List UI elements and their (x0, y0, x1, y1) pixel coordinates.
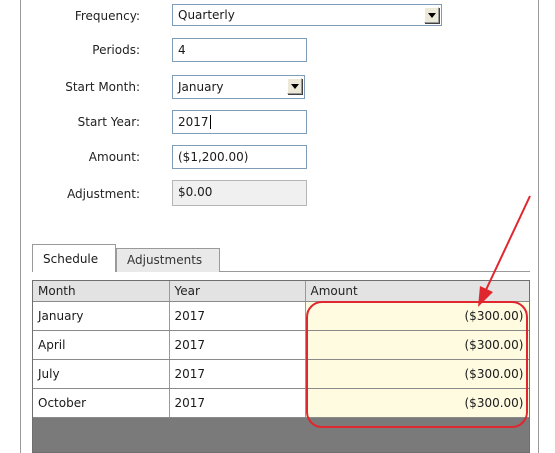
amount-row: Amount: ($1,200.00) (0, 145, 520, 171)
start-year-value: 2017 (178, 115, 209, 129)
cell-month[interactable]: January (33, 301, 170, 331)
adjustment-row: Adjustment: $0.00 (0, 180, 520, 206)
grid-header-row: Month Year Amount (33, 281, 529, 302)
tab-adjustments-label: Adjustments (127, 253, 203, 267)
column-header-amount[interactable]: Amount (305, 281, 529, 302)
cell-amount[interactable]: ($300.00) (305, 301, 529, 331)
frequency-label: Frequency: (74, 9, 140, 23)
tab-strip-line (220, 271, 530, 272)
table-row[interactable]: October 2017 ($300.00) (33, 388, 529, 418)
start-month-row: Start Month: January (0, 75, 520, 101)
adjustment-field: $0.00 (172, 180, 307, 206)
cell-month[interactable]: April (33, 330, 170, 360)
adjustment-value: $0.00 (178, 185, 213, 199)
cell-year[interactable]: 2017 (169, 359, 306, 389)
column-header-month[interactable]: Month (33, 281, 170, 302)
schedule-tabs: Schedule Adjustments (32, 244, 532, 272)
chevron-down-icon (291, 84, 299, 89)
frequency-row: Frequency: Quarterly (0, 4, 520, 30)
periods-label: Periods: (92, 43, 140, 57)
adjustment-label: Adjustment: (67, 187, 140, 201)
start-month-value: January (178, 80, 224, 94)
cell-year[interactable]: 2017 (169, 388, 306, 418)
periods-input[interactable]: 4 (172, 38, 307, 62)
frequency-dropdown-button[interactable] (424, 7, 439, 23)
cell-month[interactable]: July (33, 359, 170, 389)
start-year-row: Start Year: 2017 (0, 110, 520, 136)
amount-input[interactable]: ($1,200.00) (172, 145, 307, 169)
tab-schedule-label: Schedule (43, 252, 99, 266)
schedule-table: Month Year Amount January 2017 ($300.00)… (33, 281, 529, 418)
chevron-down-icon (428, 13, 436, 18)
cell-year[interactable]: 2017 (169, 330, 306, 360)
start-month-select[interactable]: January (172, 75, 305, 99)
table-row[interactable]: July 2017 ($300.00) (33, 359, 529, 389)
frequency-value: Quarterly (178, 8, 235, 22)
amount-label: Amount: (88, 150, 140, 164)
amount-value: ($1,200.00) (178, 150, 249, 164)
frequency-select[interactable]: Quarterly (172, 4, 442, 26)
cell-amount[interactable]: ($300.00) (305, 388, 529, 418)
text-cursor (209, 115, 211, 129)
start-month-dropdown-button[interactable] (287, 78, 302, 94)
table-row[interactable]: April 2017 ($300.00) (33, 330, 529, 360)
start-year-label: Start Year: (77, 115, 140, 129)
start-year-input[interactable]: 2017 (172, 110, 307, 134)
tab-schedule[interactable]: Schedule (32, 244, 116, 272)
table-row[interactable]: January 2017 ($300.00) (33, 301, 529, 331)
cell-amount[interactable]: ($300.00) (305, 330, 529, 360)
tab-adjustments[interactable]: Adjustments (116, 248, 220, 272)
schedule-grid: Month Year Amount January 2017 ($300.00)… (32, 280, 530, 453)
periods-value: 4 (178, 43, 186, 57)
panel-border-right (538, 0, 539, 453)
column-header-year[interactable]: Year (169, 281, 306, 302)
start-month-label: Start Month: (65, 80, 140, 94)
periods-row: Periods: 4 (0, 38, 520, 64)
cell-year[interactable]: 2017 (169, 301, 306, 331)
cell-month[interactable]: October (33, 388, 170, 418)
cell-amount[interactable]: ($300.00) (305, 359, 529, 389)
panel-border-left (20, 0, 21, 453)
